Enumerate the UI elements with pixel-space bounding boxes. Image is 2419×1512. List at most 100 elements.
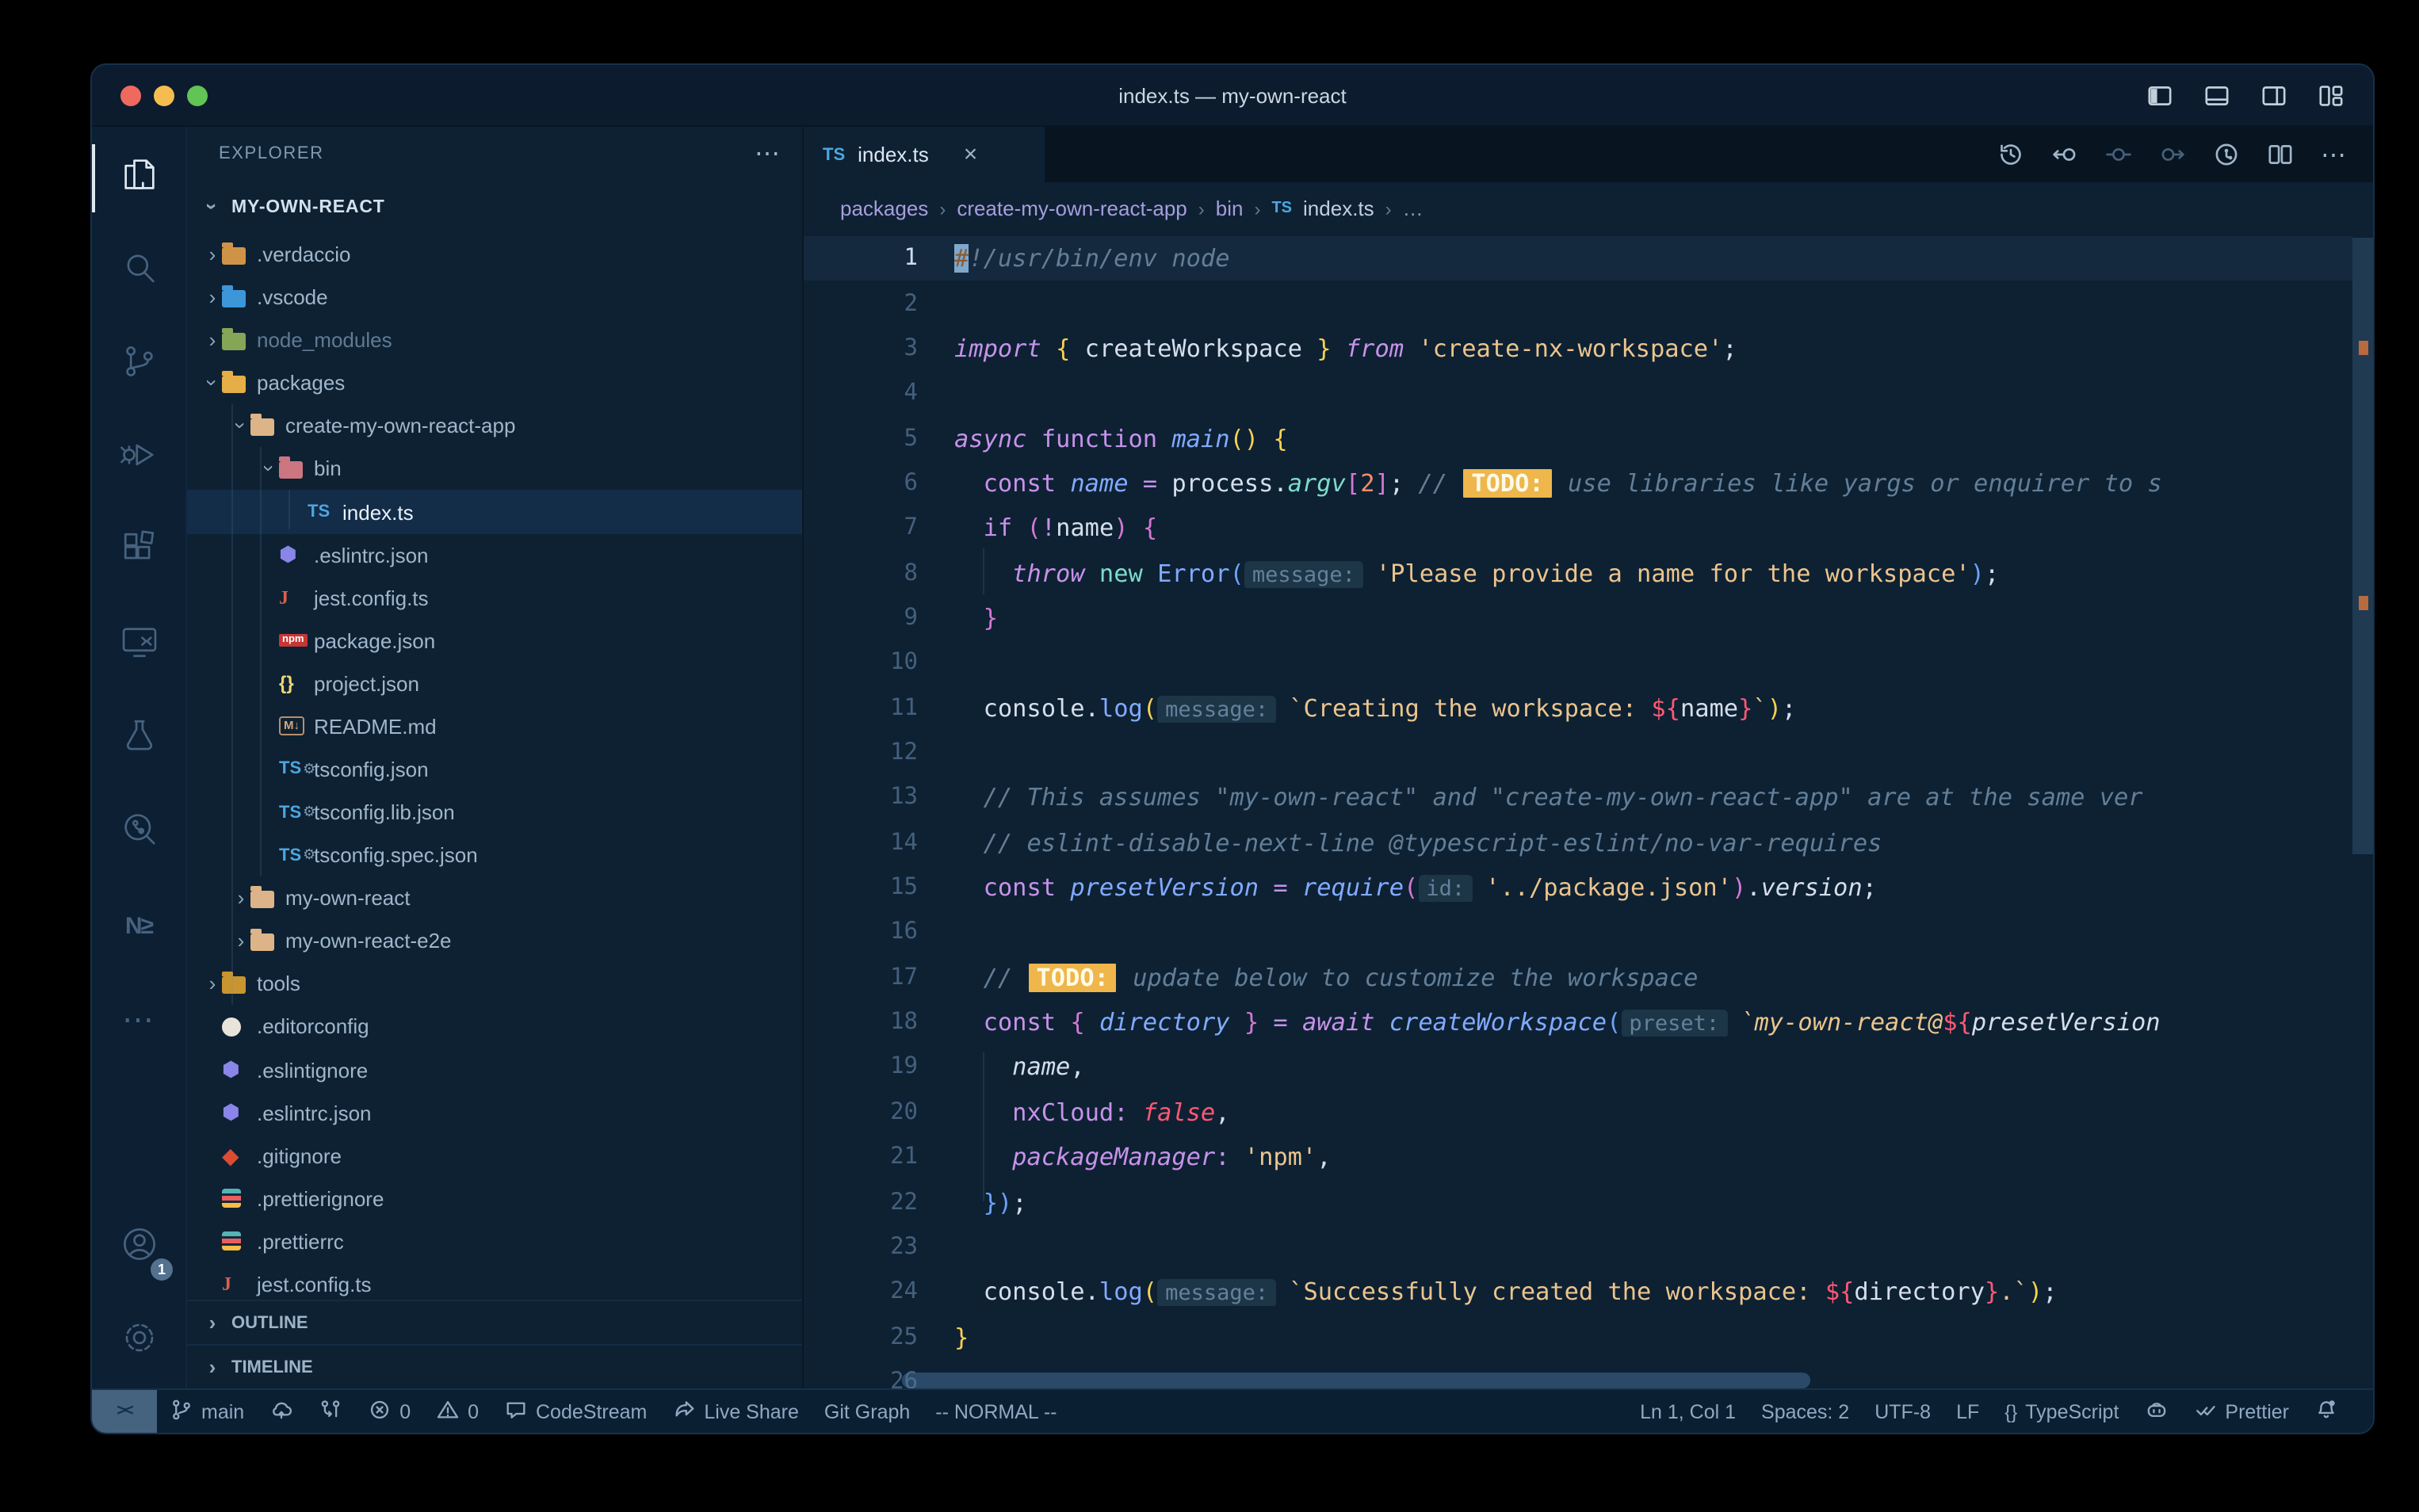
split-editor-icon[interactable] xyxy=(2267,141,2294,168)
layout-sidebar-right-icon[interactable] xyxy=(2260,82,2287,109)
code-line-16[interactable]: 16 xyxy=(804,911,2373,956)
tab-index-ts[interactable]: TS index.ts × xyxy=(804,127,1045,182)
nav-none-icon[interactable] xyxy=(2105,141,2132,168)
status-pipeline[interactable] xyxy=(306,1390,355,1433)
minimize-window-button[interactable] xyxy=(154,85,174,105)
status-problems-errors[interactable]: 0 xyxy=(355,1390,423,1433)
breadcrumb-item[interactable]: index.ts xyxy=(1303,197,1374,220)
status-problems-warnings[interactable]: 0 xyxy=(423,1390,491,1433)
breadcrumb-item[interactable]: create-my-own-react-app xyxy=(957,197,1187,220)
status-encoding[interactable]: UTF-8 xyxy=(1862,1390,1943,1433)
code-line-1[interactable]: 1#!/usr/bin/env node xyxy=(804,236,2373,281)
status-vim-mode[interactable]: -- NORMAL -- xyxy=(923,1390,1069,1433)
tree-item--eslintrc-json[interactable]: ⬢.eslintrc.json xyxy=(187,1091,802,1134)
tree-item--editorconfig[interactable]: .editorconfig xyxy=(187,1006,802,1048)
activity-item-gitlens[interactable] xyxy=(92,786,185,880)
more-actions-icon[interactable]: ⋯ xyxy=(2321,139,2348,170)
code-line-11[interactable]: 11 console.log(message:`Creating the wor… xyxy=(804,685,2373,731)
tree-item-index-ts[interactable]: TSindex.ts xyxy=(187,491,802,533)
layout-grid-icon[interactable] xyxy=(2318,82,2344,109)
breadcrumb-item[interactable]: bin xyxy=(1216,197,1244,220)
activity-item-extensions[interactable] xyxy=(92,506,185,599)
nav-back-icon[interactable] xyxy=(2051,141,2078,168)
code-line-6[interactable]: 6 const name = process.argv[2]; // TODO:… xyxy=(804,461,2373,506)
activity-item-source-control[interactable] xyxy=(92,319,185,412)
tree-item--eslintignore[interactable]: ⬢.eslintignore xyxy=(187,1048,802,1091)
tree-item-jest-config-ts[interactable]: Jjest.config.ts xyxy=(187,576,802,619)
breadcrumb-item[interactable]: … xyxy=(1403,197,1424,220)
activity-item-nx-console[interactable]: N≥ xyxy=(92,880,185,973)
code-line-22[interactable]: 22 }); xyxy=(804,1180,2373,1225)
tree-item--prettierrc[interactable]: .prettierrc xyxy=(187,1220,802,1263)
code-line-7[interactable]: 7 if (!name) { xyxy=(804,506,2373,551)
code-line-8[interactable]: 8 throw new Error(message:'Please provid… xyxy=(804,551,2373,596)
code-line-19[interactable]: 19 name, xyxy=(804,1045,2373,1090)
status-indentation[interactable]: Spaces: 2 xyxy=(1748,1390,1862,1433)
timeline-section-header[interactable]: › TIMELINE xyxy=(187,1344,802,1388)
activity-item-more[interactable]: ⋯ xyxy=(92,973,185,1067)
status-codestream[interactable]: CodeStream xyxy=(491,1390,659,1433)
timeline-history-icon[interactable] xyxy=(1997,141,2024,168)
tree-item-packages[interactable]: ›packages xyxy=(187,361,802,404)
activity-item-settings[interactable] xyxy=(92,1295,185,1388)
code-editor[interactable]: 1#!/usr/bin/env node23import { createWor… xyxy=(804,235,2373,1388)
tree-item-jest-config-ts[interactable]: Jjest.config.ts xyxy=(187,1263,802,1300)
status-eol[interactable]: LF xyxy=(1943,1390,1992,1433)
tree-item-node-modules[interactable]: ›node_modules xyxy=(187,319,802,361)
code-line-15[interactable]: 15 const presetVersion = require(id:'../… xyxy=(804,865,2373,911)
remote-indicator[interactable]: >< xyxy=(92,1390,157,1433)
tree-item--vscode[interactable]: ›.vscode xyxy=(187,276,802,319)
vertical-scrollbar[interactable] xyxy=(2352,238,2373,854)
tree-item-readme-md[interactable]: M↓README.md xyxy=(187,705,802,748)
status-live-share[interactable]: Live Share xyxy=(659,1390,812,1433)
tree-item-project-json[interactable]: {}project.json xyxy=(187,662,802,705)
code-line-3[interactable]: 3import { createWorkspace } from 'create… xyxy=(804,326,2373,371)
nav-forward-icon[interactable] xyxy=(2159,141,2186,168)
breadcrumb-item[interactable]: packages xyxy=(840,197,928,220)
status-language-mode[interactable]: {}TypeScript xyxy=(1992,1390,2131,1433)
tree-item--prettierignore[interactable]: .prettierignore xyxy=(187,1177,802,1220)
tree-item--verdaccio[interactable]: ›.verdaccio xyxy=(187,233,802,276)
explorer-more-actions-button[interactable]: ⋯ xyxy=(755,138,780,170)
activity-item-remote-explorer[interactable] xyxy=(92,599,185,693)
tree-item-my-own-react-e2e[interactable]: ›my-own-react-e2e xyxy=(187,920,802,963)
close-window-button[interactable] xyxy=(120,85,141,105)
activity-item-testing[interactable] xyxy=(92,693,185,786)
zoom-window-button[interactable] xyxy=(187,85,208,105)
tree-item--eslintrc-json[interactable]: ⬢.eslintrc.json xyxy=(187,533,802,576)
code-line-24[interactable]: 24 console.log(message:`Successfully cre… xyxy=(804,1270,2373,1315)
code-line-2[interactable]: 2 xyxy=(804,281,2373,326)
code-line-21[interactable]: 21 packageManager: 'npm', xyxy=(804,1135,2373,1180)
status-git-branch[interactable]: main xyxy=(157,1390,257,1433)
tree-item-create-my-own-react-app[interactable]: ›create-my-own-react-app xyxy=(187,405,802,448)
status-git-graph[interactable]: Git Graph xyxy=(812,1390,923,1433)
code-line-10[interactable]: 10 xyxy=(804,640,2373,685)
tree-item-my-own-react[interactable]: ›my-own-react xyxy=(187,876,802,919)
status-formatter-prettier[interactable]: Prettier xyxy=(2180,1390,2302,1433)
tree-item-tsconfig-lib-json[interactable]: TS⚙tsconfig.lib.json xyxy=(187,791,802,834)
tree-item-package-json[interactable]: npmpackage.json xyxy=(187,619,802,662)
status-publish-changes[interactable] xyxy=(257,1390,306,1433)
code-line-5[interactable]: 5async function main() { xyxy=(804,416,2373,461)
tree-item--gitignore[interactable]: ◆.gitignore xyxy=(187,1134,802,1177)
outline-section-header[interactable]: › OUTLINE xyxy=(187,1300,802,1344)
code-line-9[interactable]: 9 } xyxy=(804,596,2373,641)
git-graph-view-icon[interactable] xyxy=(2213,141,2240,168)
workspace-root-row[interactable]: › MY-OWN-REACT xyxy=(187,181,802,233)
activity-item-accounts[interactable]: 1 xyxy=(92,1201,185,1295)
layout-sidebar-left-icon[interactable] xyxy=(2146,82,2173,109)
layout-panel-icon[interactable] xyxy=(2203,82,2230,109)
tree-item-tsconfig-json[interactable]: TS⚙tsconfig.json xyxy=(187,748,802,791)
activity-item-search[interactable] xyxy=(92,225,185,319)
status-notifications[interactable] xyxy=(2302,1390,2351,1433)
code-line-13[interactable]: 13 // This assumes "my-own-react" and "c… xyxy=(804,775,2373,820)
code-line-23[interactable]: 23 xyxy=(804,1224,2373,1270)
tree-item-tools[interactable]: ›tools xyxy=(187,963,802,1006)
tree-item-tsconfig-spec-json[interactable]: TS⚙tsconfig.spec.json xyxy=(187,834,802,876)
horizontal-scrollbar[interactable] xyxy=(902,1373,1810,1388)
code-line-17[interactable]: 17 // TODO: update below to customize th… xyxy=(804,955,2373,1000)
code-line-25[interactable]: 25} xyxy=(804,1315,2373,1360)
code-line-14[interactable]: 14 // eslint-disable-next-line @typescri… xyxy=(804,820,2373,865)
activity-item-explorer[interactable] xyxy=(92,132,185,225)
code-line-20[interactable]: 20 nxCloud: false, xyxy=(804,1090,2373,1135)
